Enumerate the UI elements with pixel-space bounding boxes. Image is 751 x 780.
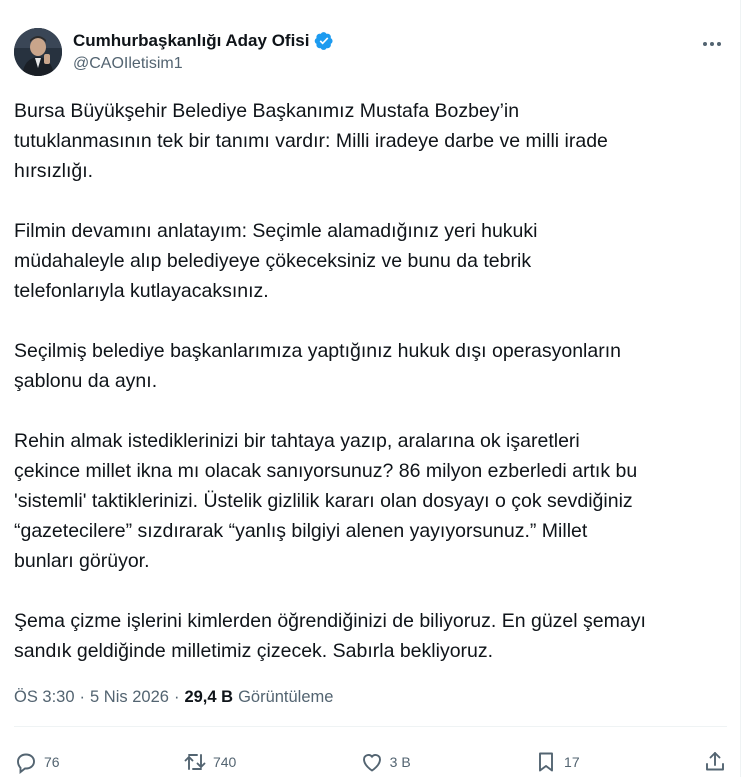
action-bar: 76 740 3 B 17 — [14, 744, 727, 780]
tweet-paragraph: Seçilmiş belediye başkanlarımıza yaptığı… — [14, 340, 621, 392]
author-handle[interactable]: @CAOIletisim1 — [73, 55, 334, 73]
display-name[interactable]: Cumhurbaşkanlığı Aday Ofisi — [73, 31, 309, 51]
repost-icon — [184, 754, 206, 770]
tweet-time[interactable]: ÖS 3:30 — [14, 688, 75, 707]
more-icon — [703, 42, 721, 46]
share-button[interactable] — [703, 750, 727, 774]
avatar[interactable] — [14, 28, 62, 76]
tweet-date[interactable]: 5 Nis 2026 — [90, 688, 169, 707]
tweet-text: Bursa Büyükşehir Belediye Başkanımız Mus… — [14, 96, 714, 696]
tweet-paragraph: Şema çizme işlerini kimlerden öğrendiğin… — [14, 610, 646, 662]
bookmark-count: 17 — [564, 754, 580, 770]
author-names: Cumhurbaşkanlığı Aday Ofisi @CAOIletisim… — [73, 31, 334, 73]
tweet-paragraph: Filmin devamını anlatayım: Seçimle alama… — [14, 220, 538, 302]
like-count: 3 B — [389, 754, 411, 770]
divider — [14, 726, 727, 727]
verified-badge-icon — [314, 31, 334, 51]
tweet-paragraph: Bursa Büyükşehir Belediye Başkanımız Mus… — [14, 100, 608, 182]
repost-count: 740 — [212, 754, 237, 770]
meta-separator: · — [173, 688, 180, 706]
views-count: 29,4 B — [184, 688, 234, 706]
bookmark-icon — [539, 752, 553, 772]
right-border — [740, 0, 741, 777]
avatar-image — [14, 28, 62, 76]
reply-count: 76 — [44, 754, 60, 770]
tweet-paragraph: Rehin almak istediklerinizi bir tahtaya … — [14, 430, 638, 572]
heart-icon — [362, 754, 381, 772]
tweet-header: Cumhurbaşkanlığı Aday Ofisi @CAOIletisim… — [14, 28, 727, 80]
share-icon — [706, 752, 724, 771]
repost-button[interactable]: 740 — [183, 750, 236, 774]
like-button[interactable]: 3 B — [360, 750, 411, 774]
bookmark-button[interactable]: 17 — [534, 750, 580, 774]
views-label: Görüntüleme — [238, 688, 334, 706]
meta-separator: · — [79, 688, 86, 706]
tweet: Cumhurbaşkanlığı Aday Ofisi @CAOIletisim… — [0, 0, 751, 777]
reply-icon — [17, 753, 35, 774]
reply-button[interactable]: 76 — [14, 750, 60, 774]
tweet-meta: ÖS 3:30 · 5 Nis 2026 · 29,4 B Görüntülem… — [14, 688, 333, 707]
more-options-button[interactable] — [697, 34, 727, 54]
